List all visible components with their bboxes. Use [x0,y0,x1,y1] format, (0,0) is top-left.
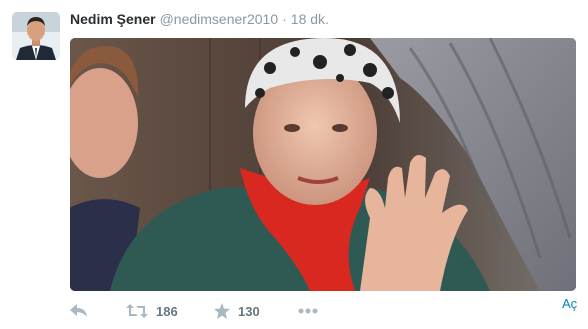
reply-icon [70,304,87,317]
tweet-header: Nedim Şener @nedimsener2010 · 18 dk. [70,10,329,28]
favorite-button[interactable]: 130 [214,300,260,322]
author-fullname[interactable]: Nedim Şener [70,11,156,27]
tweet-actions: 186 130 [70,300,588,322]
star-icon [214,303,230,319]
reply-button[interactable] [70,300,88,322]
more-dots-icon [298,308,318,314]
tweet-media-photo[interactable] [70,38,576,291]
favorite-count: 130 [238,303,260,319]
time-separator: · [282,11,287,27]
author-username[interactable]: @nedimsener2010 [160,11,279,27]
retweet-button[interactable]: 186 [126,300,178,322]
more-button[interactable] [298,300,318,322]
retweet-count: 186 [156,303,178,319]
retweet-icon [126,304,148,318]
profile-photo-icon [12,12,60,60]
photo-elderly-woman-waving-icon [70,38,576,291]
tweet-timestamp[interactable]: 18 dk. [291,11,329,27]
open-tweet-link[interactable]: Aç [562,296,577,311]
avatar[interactable] [12,12,60,60]
